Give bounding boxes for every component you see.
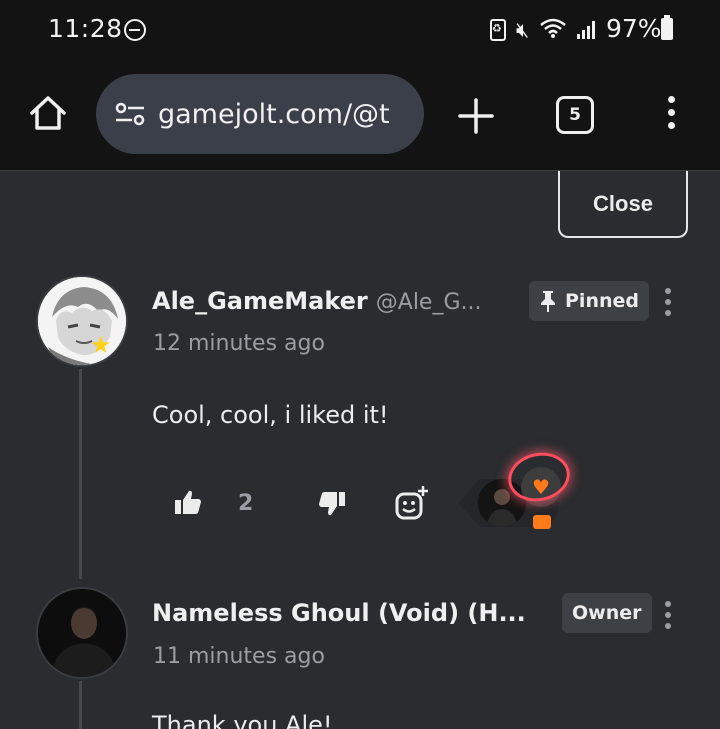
pinned-badge: Pinned xyxy=(529,281,649,321)
battery-saver-icon xyxy=(490,19,506,41)
page-content: Close ★ Ale_GameMaker @Ale_G... Pinned 12… xyxy=(0,170,720,729)
avatar[interactable] xyxy=(36,587,128,679)
status-bar: 11:28 🔇︎ 97% xyxy=(0,0,720,60)
username[interactable]: Ale_GameMaker xyxy=(152,287,368,315)
timestamp[interactable]: 11 minutes ago xyxy=(153,644,325,669)
comment-options-icon[interactable] xyxy=(663,601,673,635)
pin-icon xyxy=(541,291,555,312)
star-badge-icon: ★ xyxy=(90,331,112,359)
do-not-disturb-icon xyxy=(124,19,146,41)
system-icons: 🔇︎ xyxy=(490,16,596,44)
status-time: 11:28 xyxy=(48,14,123,43)
avatar[interactable] xyxy=(36,275,128,367)
thumbs-up-icon[interactable] xyxy=(174,489,202,515)
home-icon[interactable] xyxy=(28,93,68,133)
comment-text: Cool, cool, i liked it! xyxy=(152,401,389,429)
close-button[interactable]: Close xyxy=(558,171,688,238)
comment-author[interactable]: Ale_GameMaker @Ale_G... xyxy=(152,287,482,315)
thumbs-down-icon[interactable] xyxy=(318,491,346,517)
timestamp[interactable]: 12 minutes ago xyxy=(153,331,325,356)
thread-line xyxy=(79,681,82,729)
battery-icon xyxy=(661,15,673,40)
url-bar[interactable]: gamejolt.com/@t xyxy=(96,74,424,154)
comment-options-icon[interactable] xyxy=(663,288,673,322)
comment-author[interactable]: Nameless Ghoul (Void) (H... xyxy=(152,599,526,627)
chat-badge-icon xyxy=(533,515,551,529)
thread-line xyxy=(79,369,82,579)
comment-text: Thank you Ale! xyxy=(152,711,333,729)
site-settings-icon[interactable] xyxy=(114,101,146,127)
menu-icon[interactable] xyxy=(664,96,678,136)
badge-label: Pinned xyxy=(565,290,639,312)
like-count: 2 xyxy=(238,491,254,516)
user-handle[interactable]: @Ale_G... xyxy=(376,290,482,315)
username[interactable]: Nameless Ghoul (Void) (H... xyxy=(152,599,526,627)
signal-icon xyxy=(577,21,596,39)
url-text: gamejolt.com/@t xyxy=(158,98,390,130)
new-tab-icon[interactable] xyxy=(458,98,494,134)
badge-label: Owner xyxy=(572,602,642,624)
browser-toolbar: gamejolt.com/@t 5 xyxy=(0,60,720,170)
owner-badge: Owner xyxy=(562,593,652,633)
wifi-icon xyxy=(539,17,567,44)
tabs-button[interactable]: 5 xyxy=(556,96,594,134)
battery-percent: 97% xyxy=(606,14,662,43)
mute-icon: 🔇︎ xyxy=(516,17,530,42)
add-reaction-icon[interactable] xyxy=(394,485,430,521)
tab-count: 5 xyxy=(569,105,581,125)
